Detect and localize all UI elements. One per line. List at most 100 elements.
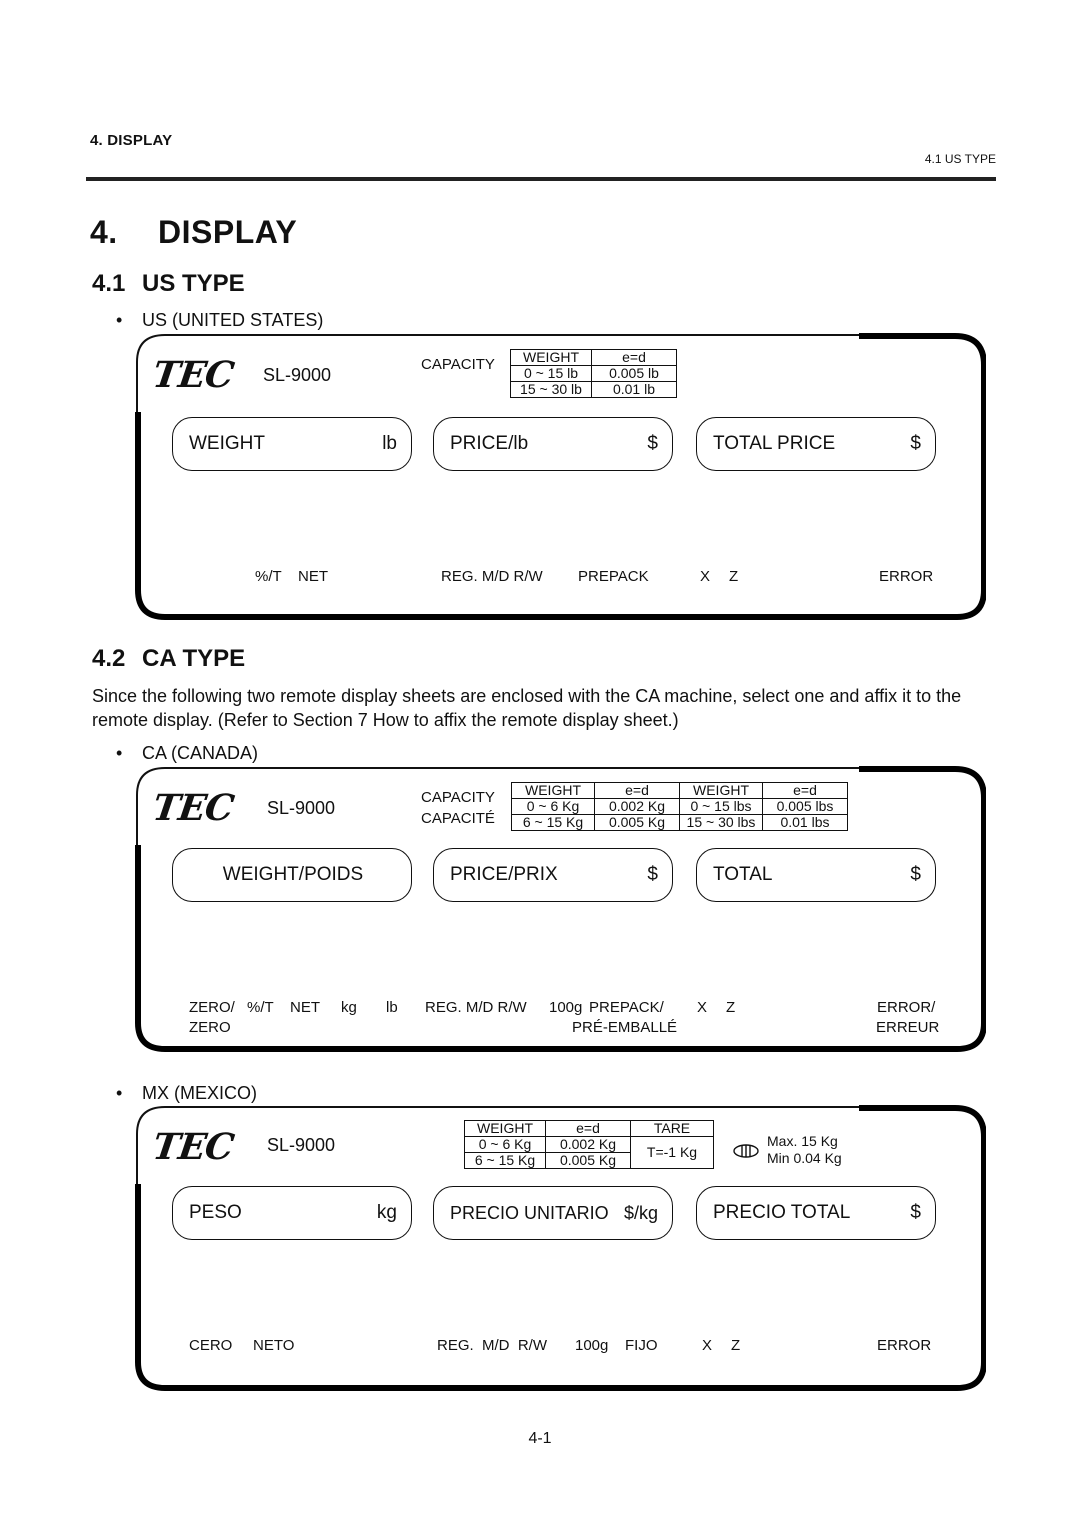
total-window: TOTAL $: [696, 848, 936, 902]
annunciator-x: X: [700, 568, 711, 585]
table-row: 6 ~ 15 Kg 0.005 Kg 15 ~ 30 lbs 0.01 lbs: [511, 814, 848, 831]
section-title: CA TYPE: [142, 645, 246, 672]
capacity-label-en: CAPACITY: [421, 789, 495, 806]
capacity-label: CAPACITY: [421, 356, 495, 373]
annunciator-100g: 100g: [575, 1337, 609, 1354]
bullet-us: • US (UNITED STATES): [116, 310, 323, 331]
field-unit: $: [910, 433, 921, 454]
field-label: PESO: [189, 1202, 242, 1223]
bullet-label: MX (MEXICO): [142, 1083, 257, 1103]
unit-price-window: PRECIO UNITARIO $/kg: [433, 1186, 673, 1240]
table-row: 0 ~ 6 Kg 0.002 Kg T=-1 Kg: [464, 1136, 714, 1169]
running-header-subsection: 4.1 US TYPE: [924, 152, 996, 166]
field-label: PRICE/PRIX: [450, 864, 558, 885]
bullet-label: CA (CANADA): [142, 743, 259, 763]
capacity-label-fr: CAPACITÉ: [421, 810, 495, 827]
bullet-ca: • CA (CANADA): [116, 743, 258, 764]
bullet-mx: • MX (MEXICO): [116, 1083, 257, 1104]
field-label: PRECIO TOTAL: [713, 1202, 851, 1223]
annunciator-zero: ZERO/: [189, 999, 235, 1016]
annunciator-reg: REG. M/D R/W: [441, 568, 543, 585]
bullet-dot-icon: •: [116, 743, 123, 763]
min-capacity: Min 0.04 Kg: [767, 1150, 842, 1166]
annunciator-net: NET: [290, 999, 320, 1016]
field-unit: kg: [376, 1202, 397, 1223]
total-price-window: TOTAL PRICE $: [696, 417, 936, 471]
field-unit: $: [647, 433, 658, 454]
section-number: 4.1: [92, 270, 126, 297]
model-name: SL-9000: [267, 1135, 336, 1155]
annunciator-error: ERROR: [877, 1337, 932, 1354]
annunciator-prepack: PREPACK/: [589, 999, 664, 1016]
max-min-capacity: Max. 15 Kg Min 0.04 Kg: [767, 1133, 842, 1167]
ca-instructions-paragraph: Since the following two remote display s…: [92, 686, 962, 730]
field-unit: $: [647, 864, 658, 885]
table-row: WEIGHT e=d WEIGHT e=d: [511, 782, 848, 799]
price-window: PRICE/PRIX $: [433, 848, 673, 902]
annunciator-z: Z: [726, 999, 736, 1016]
table-row: WEIGHT e=d: [510, 349, 677, 366]
weight-window: WEIGHT/POIDS: [172, 848, 412, 902]
field-label: TOTAL: [713, 864, 773, 885]
field-label: PRECIO UNITARIO: [450, 1202, 609, 1223]
annunciator-kg: kg: [341, 999, 357, 1016]
annunciator-reg: REG. M/D R/W: [437, 1337, 547, 1354]
field-label: WEIGHT: [189, 433, 265, 454]
bullet-dot-icon: •: [116, 1083, 123, 1103]
price-window: PRICE/lb $: [433, 417, 673, 471]
field-unit: $: [910, 864, 921, 885]
annunciator-x: X: [697, 999, 708, 1016]
field-unit: lb: [382, 433, 397, 454]
annunciator-zero-fr: ZERO: [189, 1019, 231, 1036]
total-price-window: PRECIO TOTAL $: [696, 1186, 936, 1240]
annunciator-fixed: FIJO: [625, 1337, 658, 1354]
annunciator-prepack-fr: PRÉ-EMBALLÉ: [572, 1019, 678, 1036]
running-header-section: 4. DISPLAY: [90, 132, 173, 149]
max-capacity: Max. 15 Kg: [767, 1133, 838, 1149]
weight-window: PESO kg: [172, 1186, 412, 1240]
chapter-number: 4.: [90, 214, 118, 250]
tec-logo: TEC: [150, 354, 236, 396]
section-heading-us: 4.1 US TYPE: [92, 270, 245, 298]
section-number: 4.2: [92, 645, 126, 672]
annunciator-z: Z: [729, 568, 739, 585]
annunciator-reg: REG. M/D R/W: [425, 999, 527, 1016]
chapter-title: 4. DISPLAY: [90, 214, 297, 251]
table-row: 0 ~ 6 Kg 0.002 Kg 0 ~ 15 lbs 0.005 lbs: [511, 798, 848, 815]
capacity-label: CAPACITY CAPACITÉ: [421, 787, 495, 829]
annunciator-net: NETO: [253, 1337, 295, 1354]
page-number: 4-1: [528, 1430, 552, 1447]
section-heading-ca: 4.2 CA TYPE: [92, 645, 245, 673]
ca-display-panel: TEC SL-9000 CAPACITY CAPACITÉ WEIGHT e=d W…: [135, 765, 986, 1055]
annunciator-zero: CERO: [189, 1337, 233, 1354]
capacity-table: WEIGHT e=d 0 ~ 15 lb 0.005 lb 15 ~ 30 lb 0.…: [510, 349, 677, 398]
annunciator-x: X: [702, 1337, 713, 1354]
annunciator-lb: lb: [386, 999, 398, 1016]
table-row: 0 ~ 15 lb 0.005 lb: [510, 365, 677, 382]
capacity-table: WEIGHT e=d WEIGHT e=d 0 ~ 6 Kg 0.002 Kg 0 ~ 1…: [511, 782, 848, 831]
accuracy-class-icon: [733, 1144, 759, 1158]
annunciator-error: ERROR: [879, 568, 934, 585]
us-display-panel: TEC SL-9000 CAPACITY WEIGHT e=d 0 ~ 15 lb…: [135, 332, 986, 622]
table-row: 15 ~ 30 lb 0.01 lb: [510, 381, 677, 398]
field-unit: $: [910, 1202, 921, 1223]
bullet-label: US (UNITED STATES): [142, 310, 324, 330]
section-title: US TYPE: [142, 270, 245, 297]
chapter-title-text: DISPLAY: [158, 214, 298, 250]
annunciator-100g: 100g: [549, 999, 583, 1016]
annunciator-net: NET: [298, 568, 328, 585]
annunciator-error-fr: ERREUR: [876, 1019, 940, 1036]
annunciator-tare: %/T: [247, 999, 274, 1016]
field-unit: $/kg: [623, 1202, 658, 1223]
field-label: PRICE/lb: [450, 433, 529, 454]
field-label: WEIGHT/POIDS: [222, 864, 364, 885]
model-name: SL-9000: [263, 365, 332, 385]
field-label: TOTAL PRICE: [713, 433, 836, 454]
header-rule: [86, 177, 996, 181]
table-row: WEIGHT e=d TARE: [464, 1120, 714, 1137]
weight-window: WEIGHT lb: [172, 417, 412, 471]
annunciator-tare: %/T: [255, 568, 282, 585]
annunciator-error: ERROR/: [877, 999, 936, 1016]
bullet-dot-icon: •: [116, 310, 123, 330]
annunciator-z: Z: [731, 1337, 741, 1354]
